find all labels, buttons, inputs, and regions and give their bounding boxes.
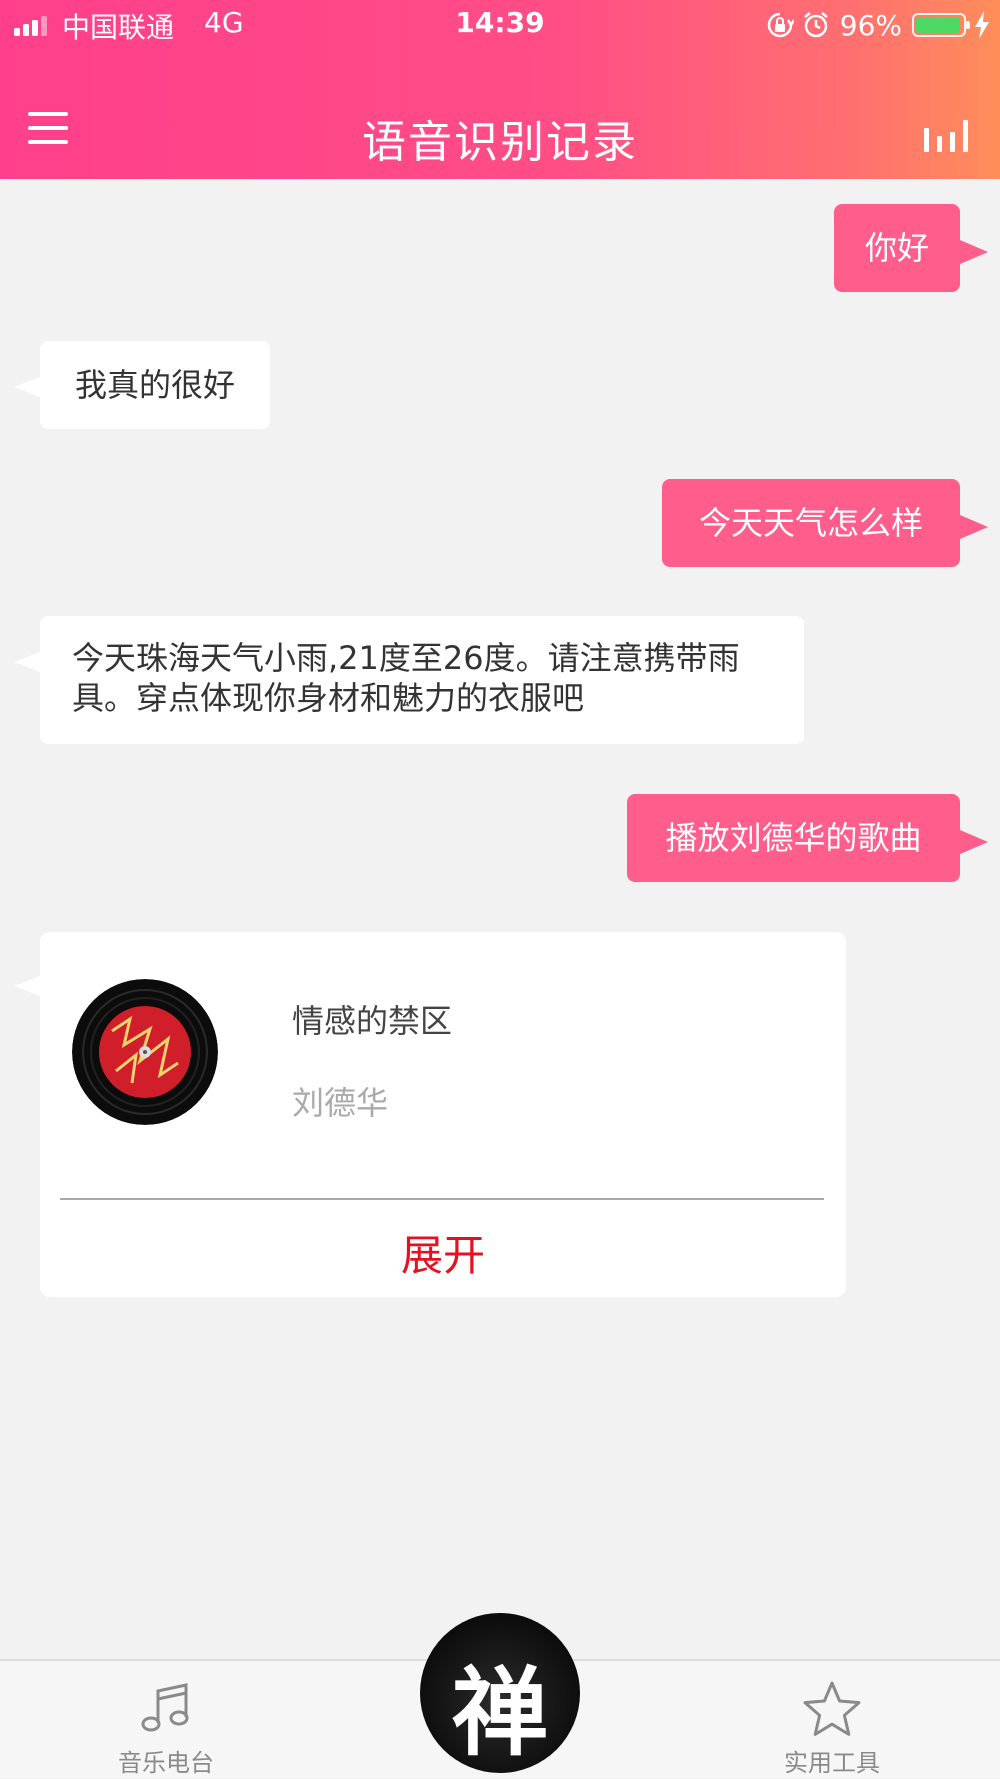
vinyl-record-icon[interactable] [72,979,218,1125]
tab-utility-tools[interactable]: 实用工具 [752,1679,912,1779]
status-bar: 中国联通 4G 14:39 96% [0,0,1000,50]
center-zen-button[interactable]: 禅 [420,1613,580,1773]
battery-percentage: 96% [839,8,902,42]
battery-icon [912,13,970,37]
page-title: 语音识别记录 [362,117,638,168]
bot-message-bubble[interactable]: 我真的很好 [14,341,270,429]
user-message-bubble[interactable]: 播放刘德华的歌曲 [627,794,988,882]
alarm-clock-icon [803,12,828,38]
tab-music-radio[interactable]: 音乐电台 [86,1679,246,1779]
battery-level-fill [916,17,961,33]
song-title[interactable]: 情感的禁区 [292,996,452,1042]
card-divider [60,1198,824,1200]
tab-label: 音乐电台 [118,1749,214,1777]
chat-history: 你好 我真的很好 今天天气怎么样 今天珠海天气小雨,21度至26度。请注意携带雨… [0,179,1000,1659]
bot-message-bubble[interactable]: 今天珠海天气小雨,21度至26度。请注意携带雨具。穿点体现你身材和魅力的衣服吧 [14,616,804,744]
app-header: 中国联通 4G 14:39 96% 语音识别记录 [0,0,1000,179]
rotation-lock-icon [767,12,794,38]
charging-bolt-icon [975,11,989,39]
tab-label: 实用工具 [784,1749,880,1777]
star-icon [803,1681,861,1736]
music-result-card[interactable]: 情感的禁区 刘德华 展开 [14,932,846,1297]
expand-button[interactable]: 展开 [40,1222,846,1283]
user-message-bubble[interactable]: 今天天气怎么样 [662,479,988,567]
music-note-icon [141,1683,189,1732]
equalizer-bars-icon[interactable] [922,118,970,152]
status-right-group: 96% [766,8,990,42]
song-artist: 刘德华 [292,1084,389,1122]
zen-logo: 禅 [452,1656,548,1769]
user-message-bubble[interactable]: 你好 [834,204,988,292]
